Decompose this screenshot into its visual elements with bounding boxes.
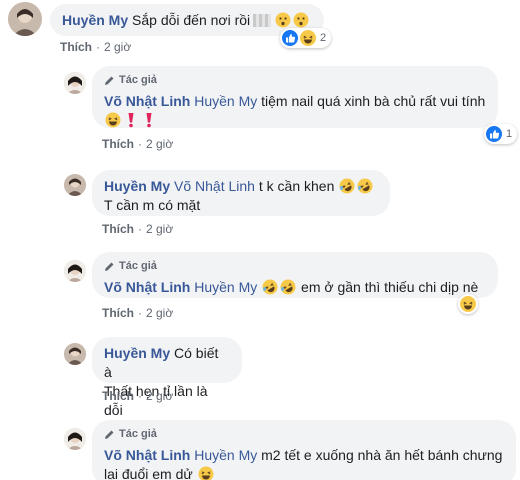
avatar[interactable] (64, 174, 86, 196)
exclamation-icon (141, 112, 157, 128)
commenter-name[interactable]: Võ Nhật Linh (104, 93, 190, 109)
timestamp[interactable]: 2 giờ (146, 137, 173, 151)
haha-icon (460, 296, 476, 312)
comment-bubble: Huyền My Có biết à Thất hẹn tỉ lần là dỗ… (92, 337, 242, 418)
blurred-text (253, 14, 272, 27)
commenter-name[interactable]: Võ Nhật Linh (104, 447, 190, 463)
timestamp[interactable]: 2 giờ (146, 222, 173, 236)
pencil-icon (104, 261, 115, 272)
timestamp[interactable]: 2 giờ (146, 306, 173, 320)
reaction-summary[interactable]: 2 (280, 28, 332, 48)
mention-tag[interactable]: Huyền My (194, 279, 257, 295)
mention-tag[interactable]: Huyền My (194, 447, 257, 463)
author-badge: Tác giả (104, 73, 486, 87)
like-button[interactable]: Thích (102, 137, 134, 151)
reaction-summary[interactable]: 1 (484, 124, 518, 144)
comment-text: Sắp dỗi đến nơi rồi (132, 12, 251, 28)
commenter-name[interactable]: Huyền My (104, 345, 170, 361)
author-badge: Tác giả (104, 259, 486, 273)
comment-bubble: Tác giả Võ Nhật Linh Huyền My m2 tết e x… (92, 420, 516, 480)
avatar[interactable] (8, 2, 42, 36)
rofl-emoji-icon (339, 178, 355, 194)
like-icon (486, 126, 502, 142)
avatar[interactable] (64, 72, 86, 94)
comment-text: tiệm nail quá xinh bà chủ rất vui tính (261, 93, 486, 109)
exclamation-icon (123, 112, 139, 128)
comment-bubble: Tác giả Võ Nhật Linh Huyền My em ở gần t… (92, 252, 498, 298)
comment-actions: Thích · 2 giờ (102, 389, 174, 403)
reaction-summary[interactable] (458, 294, 478, 314)
avatar[interactable] (64, 428, 86, 450)
comment-actions: Thích · 2 giờ (60, 40, 132, 54)
comment-text: lại đuổi em dử (104, 466, 193, 480)
comment-bubble: Huyền My Võ Nhật Linh t k cần khen T cần… (92, 170, 390, 216)
sad-face-emoji-icon (293, 12, 309, 28)
like-button[interactable]: Thích (102, 389, 134, 403)
pencil-icon (104, 75, 115, 86)
comment-bubble: Tác giả Võ Nhật Linh Huyền My tiệm nail … (92, 66, 498, 128)
rofl-emoji-icon (262, 279, 278, 295)
comment-text: T cần m có mặt (104, 197, 201, 213)
avatar[interactable] (64, 343, 86, 365)
like-icon (282, 30, 298, 46)
pencil-icon (104, 429, 115, 440)
comment-text: m2 tết e xuống nhà ăn hết bánh chưng (261, 447, 503, 463)
commenter-name[interactable]: Huyền My (62, 12, 128, 28)
avatar[interactable] (64, 260, 86, 282)
haha-icon (300, 30, 316, 46)
commenter-name[interactable]: Võ Nhật Linh (104, 279, 190, 295)
reaction-count: 2 (320, 32, 327, 44)
rofl-emoji-icon (280, 279, 296, 295)
mention-tag[interactable]: Võ Nhật Linh (174, 178, 255, 194)
like-button[interactable]: Thích (60, 40, 92, 54)
comment-actions: Thích · 2 giờ (102, 306, 174, 320)
reaction-count: 1 (506, 128, 513, 140)
comment-text: t k cần khen (258, 178, 335, 194)
timestamp[interactable]: 2 giờ (104, 40, 131, 54)
laughing-emoji-icon (198, 466, 214, 480)
sad-face-emoji-icon (275, 12, 291, 28)
comment-actions: Thích · 2 giờ (102, 222, 174, 236)
timestamp[interactable]: 2 giờ (146, 389, 173, 403)
commenter-name[interactable]: Huyền My (104, 178, 170, 194)
comment-text: em ở gần thì thiếu chi dịp nè (301, 279, 479, 295)
comment-actions: Thích · 2 giờ (102, 137, 174, 151)
like-button[interactable]: Thích (102, 222, 134, 236)
mention-tag[interactable]: Huyền My (194, 93, 257, 109)
author-badge: Tác giả (104, 427, 504, 441)
rofl-emoji-icon (357, 178, 373, 194)
like-button[interactable]: Thích (102, 306, 134, 320)
laughing-emoji-icon (105, 112, 121, 128)
